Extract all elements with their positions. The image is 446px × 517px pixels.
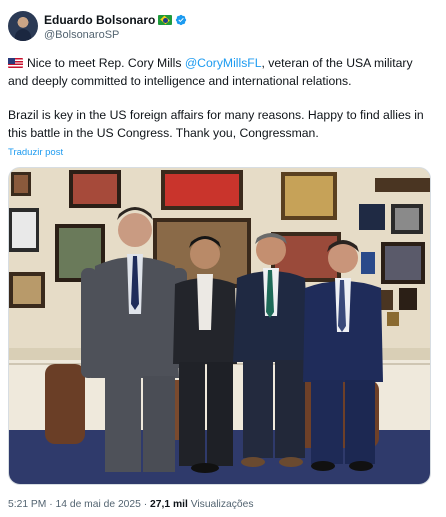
tweet-text: Nice to meet Rep. Cory Mills @CoryMillsF… bbox=[8, 54, 436, 142]
tweet-line1-before: Nice to meet Rep. Cory Mills bbox=[27, 56, 185, 70]
tweet-photo[interactable] bbox=[8, 167, 431, 485]
tweet: Eduardo Bolsonaro @BolsonaroSP Nice to m… bbox=[0, 0, 446, 517]
mention-link[interactable]: @CoryMillsFL bbox=[185, 56, 262, 70]
tweet-paragraph-1: Nice to meet Rep. Cory Mills @CoryMillsF… bbox=[8, 54, 436, 90]
tweet-date[interactable]: 14 de mai de 2025 bbox=[56, 499, 141, 510]
author-name-row: Eduardo Bolsonaro bbox=[44, 13, 187, 27]
meta-separator-2: · bbox=[143, 499, 148, 510]
views-label: Visualizações bbox=[190, 499, 254, 510]
author-name[interactable]: Eduardo Bolsonaro bbox=[44, 13, 155, 27]
tweet-header: Eduardo Bolsonaro @BolsonaroSP bbox=[8, 11, 428, 45]
verified-badge-icon bbox=[176, 14, 187, 26]
meta-separator: · bbox=[49, 499, 53, 510]
tweet-meta: 5:21 PM · 14 de mai de 2025 · 27,1 mil V… bbox=[8, 499, 253, 510]
views-count: 27,1 mil bbox=[150, 499, 188, 510]
tweet-time[interactable]: 5:21 PM bbox=[8, 499, 46, 510]
us-flag-icon bbox=[8, 58, 23, 68]
author-handle[interactable]: @BolsonaroSP bbox=[44, 29, 119, 41]
avatar[interactable] bbox=[8, 11, 38, 41]
brazil-flag-icon bbox=[158, 15, 173, 25]
tweet-paragraph-2: Brazil is key in the US foreign affairs … bbox=[8, 108, 424, 140]
translate-link[interactable]: Traduzir post bbox=[8, 147, 63, 158]
photo-illustration bbox=[9, 168, 430, 484]
